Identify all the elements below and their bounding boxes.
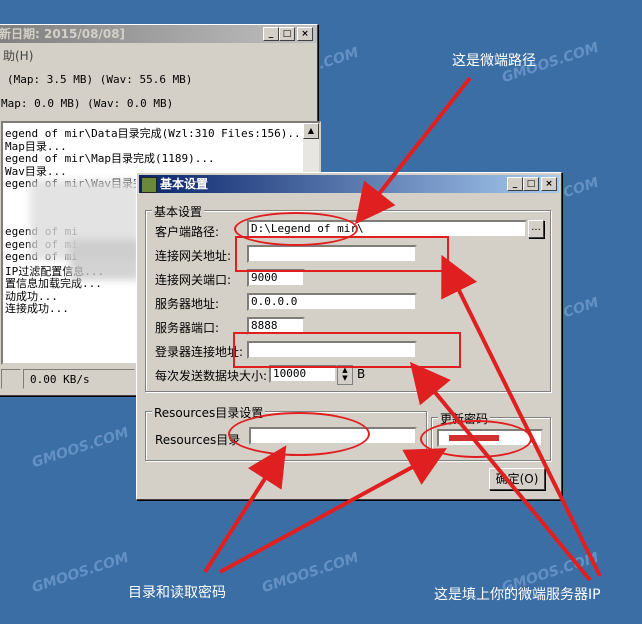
close-icon[interactable]: ×: [541, 177, 557, 191]
annotation-server-ip: 这是填上你的微端服务器IP: [434, 587, 601, 603]
bg-stat-line-1: (Map: 3.5 MB) (Wav: 55.6 MB): [7, 73, 193, 86]
bg-menu-help[interactable]: 助(H): [3, 47, 33, 64]
minimize-icon[interactable]: _: [263, 27, 279, 41]
dialog-title: 基本设置: [160, 177, 209, 191]
maximize-icon[interactable]: □: [523, 177, 539, 191]
highlight-password: [420, 420, 532, 458]
watermark: GMOOS.COM: [259, 549, 361, 597]
blurred-region: [70, 240, 140, 280]
server-port-label: 服务器端口:: [155, 321, 220, 335]
highlight-login-address: [233, 332, 461, 368]
app-icon: [141, 177, 157, 193]
dialog-titlebar: 基本设置 _ □ ×: [139, 175, 559, 193]
block-size-unit: B: [357, 367, 366, 381]
maximize-icon[interactable]: □: [279, 27, 295, 41]
minimize-icon[interactable]: _: [507, 177, 523, 191]
highlight-client-path: [234, 212, 358, 246]
highlight-resources-dir: [228, 412, 370, 456]
scroll-up-icon[interactable]: ▲: [303, 123, 319, 139]
watermark: GMOOS.COM: [29, 424, 131, 472]
server-address-input[interactable]: 0.0.0.0: [247, 293, 417, 311]
ok-button[interactable]: 确定(O): [489, 468, 545, 490]
browse-button[interactable]: ...: [528, 220, 544, 238]
speed-value: 0.00 KB/s: [30, 373, 90, 386]
client-path-label: 客户端路径:: [155, 225, 220, 239]
server-address-label: 服务器地址:: [155, 297, 220, 311]
bg-window-title: 新日期: 2015/08/08]: [0, 27, 126, 41]
close-icon[interactable]: ×: [297, 27, 313, 41]
basic-group-title: 基本设置: [152, 203, 205, 220]
gateway-address-label: 连接网关地址:: [155, 249, 232, 263]
watermark: GMOOS.COM: [29, 549, 131, 597]
speed-readout: 0.00 KB/s: [23, 369, 135, 389]
login-address-label: 登录器连接地址:: [155, 345, 244, 359]
bg-stat-line-2: Map: 0.0 MB) (Wav: 0.0 MB): [1, 97, 174, 110]
annotation-dir-password: 目录和读取密码: [128, 585, 226, 601]
annotation-client-path: 这是微端路径: [452, 53, 536, 69]
block-size-spinner[interactable]: ▲ ▼: [337, 365, 353, 385]
bg-window-titlebar: 新日期: 2015/08/08] _ □ ×: [0, 25, 317, 43]
log-line: 连接成功...: [5, 302, 69, 315]
block-size-label: 每次发送数据块大小:: [155, 369, 268, 383]
gateway-port-label: 连接网关端口:: [155, 273, 232, 287]
